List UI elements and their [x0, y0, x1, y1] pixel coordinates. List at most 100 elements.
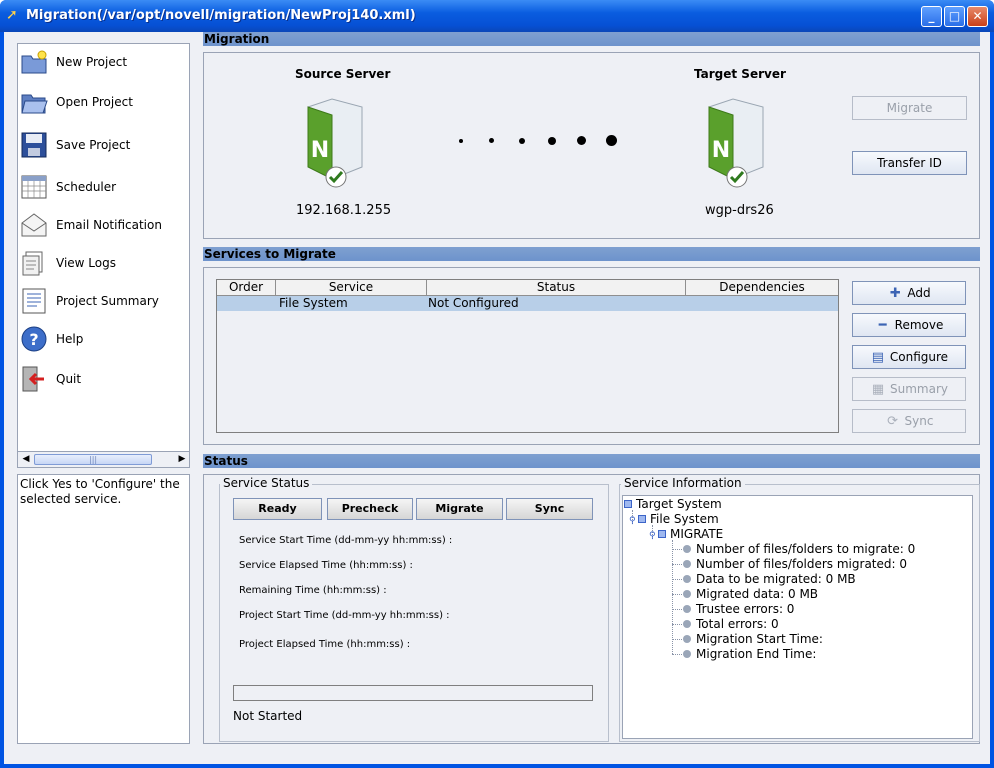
node-icon: [624, 500, 632, 508]
minimize-button[interactable]: _: [921, 6, 942, 27]
cell-status: Not Configured: [428, 296, 519, 310]
node-icon: [658, 530, 666, 538]
sidebar-item-email-notification[interactable]: Email Notification: [20, 209, 188, 243]
new-project-icon: [21, 50, 47, 74]
tree-leaf[interactable]: Total errors: 0: [683, 617, 779, 631]
sidebar-item-quit[interactable]: Quit: [20, 363, 188, 397]
sidebar-item-label: Quit: [56, 372, 82, 386]
sync-icon: ⟳: [887, 414, 898, 429]
close-button[interactable]: ✕: [967, 6, 988, 27]
cell-service: File System: [279, 296, 348, 310]
tree-leaf[interactable]: Trustee errors: 0: [683, 602, 794, 616]
sidebar-item-label: Save Project: [56, 138, 131, 152]
tree-node-label: Target System: [636, 497, 722, 511]
remaining-time-label: Remaining Time (hh:mm:ss) :: [239, 585, 387, 596]
sidebar-item-open-project[interactable]: Open Project: [20, 86, 188, 120]
maximize-button[interactable]: □: [944, 6, 965, 27]
summary-label: Summary: [890, 382, 948, 396]
sidebar-item-view-logs[interactable]: View Logs: [20, 247, 188, 281]
tree-connector: [672, 540, 673, 654]
sync-label: Sync: [904, 414, 934, 428]
transfer-dot: [489, 138, 494, 143]
service-information-title: Service Information: [621, 476, 745, 490]
title-bar[interactable]: ➚ Migration(/var/opt/novell/migration/Ne…: [0, 0, 994, 32]
sidebar-scrollbar[interactable]: ◀ ||| ▶: [17, 451, 190, 468]
status-state-text: Not Started: [233, 709, 303, 723]
target-server-name: wgp-drs26: [705, 203, 774, 218]
phase-migrate: Migrate: [416, 498, 503, 520]
sidebar-item-new-project[interactable]: New Project: [20, 46, 188, 80]
sidebar-item-help[interactable]: ? Help: [20, 323, 188, 357]
tree-connector: [672, 579, 682, 580]
transfer-dot: [519, 138, 525, 144]
migrate-button[interactable]: Migrate: [852, 96, 967, 120]
phase-sync: Sync: [506, 498, 593, 520]
summary-button[interactable]: ▦ Summary: [852, 377, 966, 401]
source-server-icon: N: [307, 98, 363, 188]
add-button[interactable]: ✚ Add: [852, 281, 966, 305]
leaf-icon: [683, 590, 691, 598]
tree-node-file-system[interactable]: ⚲ File System: [629, 512, 719, 528]
svg-text:N: N: [311, 138, 329, 163]
scroll-right-icon[interactable]: ▶: [175, 453, 189, 466]
sidebar-item-save-project[interactable]: Save Project: [20, 129, 188, 163]
column-header-order[interactable]: Order: [217, 280, 276, 295]
grip-icon: |||: [89, 455, 98, 464]
remove-button[interactable]: ━ Remove: [852, 313, 966, 337]
service-status-title: Service Status: [220, 476, 313, 490]
leaf-icon: [683, 560, 691, 568]
service-info-tree[interactable]: Target System ⚲ File System ⚲ MIGRATE Numb…: [622, 495, 973, 739]
tree-leaf[interactable]: Data to be migrated: 0 MB: [683, 572, 856, 586]
service-start-time-label: Service Start Time (dd-mm-yy hh:mm:ss) :: [239, 535, 453, 546]
tree-node-migrate[interactable]: ⚲ MIGRATE: [649, 527, 723, 543]
hint-text: Click Yes to 'Configure' the selected se…: [17, 474, 190, 744]
phase-ready: Ready: [233, 498, 322, 520]
project-start-time-label: Project Start Time (dd-mm-yy hh:mm:ss) :: [239, 610, 450, 621]
tree-leaf[interactable]: Number of files/folders migrated: 0: [683, 557, 907, 571]
tree-leaf-label: Number of files/folders migrated: 0: [696, 557, 907, 571]
target-server-title: Target Server: [694, 67, 786, 81]
transfer-dot: [577, 136, 586, 145]
configure-button[interactable]: ▤ Configure: [852, 345, 966, 369]
tree-connector: [672, 594, 682, 595]
expand-handle-icon[interactable]: ⚲: [629, 514, 638, 528]
table-row[interactable]: File System Not Configured: [217, 296, 838, 311]
envelope-icon: [21, 213, 47, 237]
open-folder-icon: [21, 94, 48, 114]
sidebar-item-label: Email Notification: [56, 218, 162, 232]
sidebar-item-project-summary[interactable]: Project Summary: [20, 285, 188, 319]
tree-node-root[interactable]: Target System: [624, 497, 722, 511]
floppy-disk-icon: [21, 132, 47, 158]
leaf-icon: [683, 545, 691, 553]
leaf-icon: [683, 620, 691, 628]
sidebar-item-label: New Project: [56, 55, 128, 69]
leaf-icon: [683, 650, 691, 658]
tree-leaf[interactable]: Migrated data: 0 MB: [683, 587, 818, 601]
services-table[interactable]: Order Service Status Dependencies File S…: [216, 279, 839, 433]
tree-leaf[interactable]: Number of files/folders to migrate: 0: [683, 542, 915, 556]
scroll-thumb[interactable]: |||: [34, 454, 152, 465]
app-icon: ➚: [6, 7, 18, 23]
node-icon: [638, 515, 646, 523]
scroll-left-icon[interactable]: ◀: [19, 453, 33, 466]
column-header-status[interactable]: Status: [427, 280, 686, 295]
sidebar-item-scheduler[interactable]: Scheduler: [20, 171, 188, 205]
sidebar-item-label: Open Project: [56, 95, 133, 109]
column-header-service[interactable]: Service: [276, 280, 427, 295]
tree-leaf[interactable]: Migration End Time:: [683, 647, 816, 661]
tree-connector: [672, 639, 682, 640]
tree-leaf-label: Trustee errors: 0: [696, 602, 795, 616]
configure-label: Configure: [889, 350, 949, 364]
expand-handle-icon[interactable]: ⚲: [649, 529, 658, 543]
tree-connector: [672, 609, 682, 610]
leaf-icon: [683, 575, 691, 583]
column-header-dependencies[interactable]: Dependencies: [686, 280, 838, 295]
sidebar-item-label: View Logs: [56, 256, 116, 270]
sync-button[interactable]: ⟳ Sync: [852, 409, 966, 433]
sidebar-item-label: Project Summary: [56, 294, 159, 308]
configure-icon: ▤: [871, 350, 885, 365]
tree-node-label: File System: [650, 512, 719, 526]
tree-leaf[interactable]: Migration Start Time:: [683, 632, 823, 646]
transfer-id-button[interactable]: Transfer ID: [852, 151, 967, 175]
leaf-icon: [683, 605, 691, 613]
